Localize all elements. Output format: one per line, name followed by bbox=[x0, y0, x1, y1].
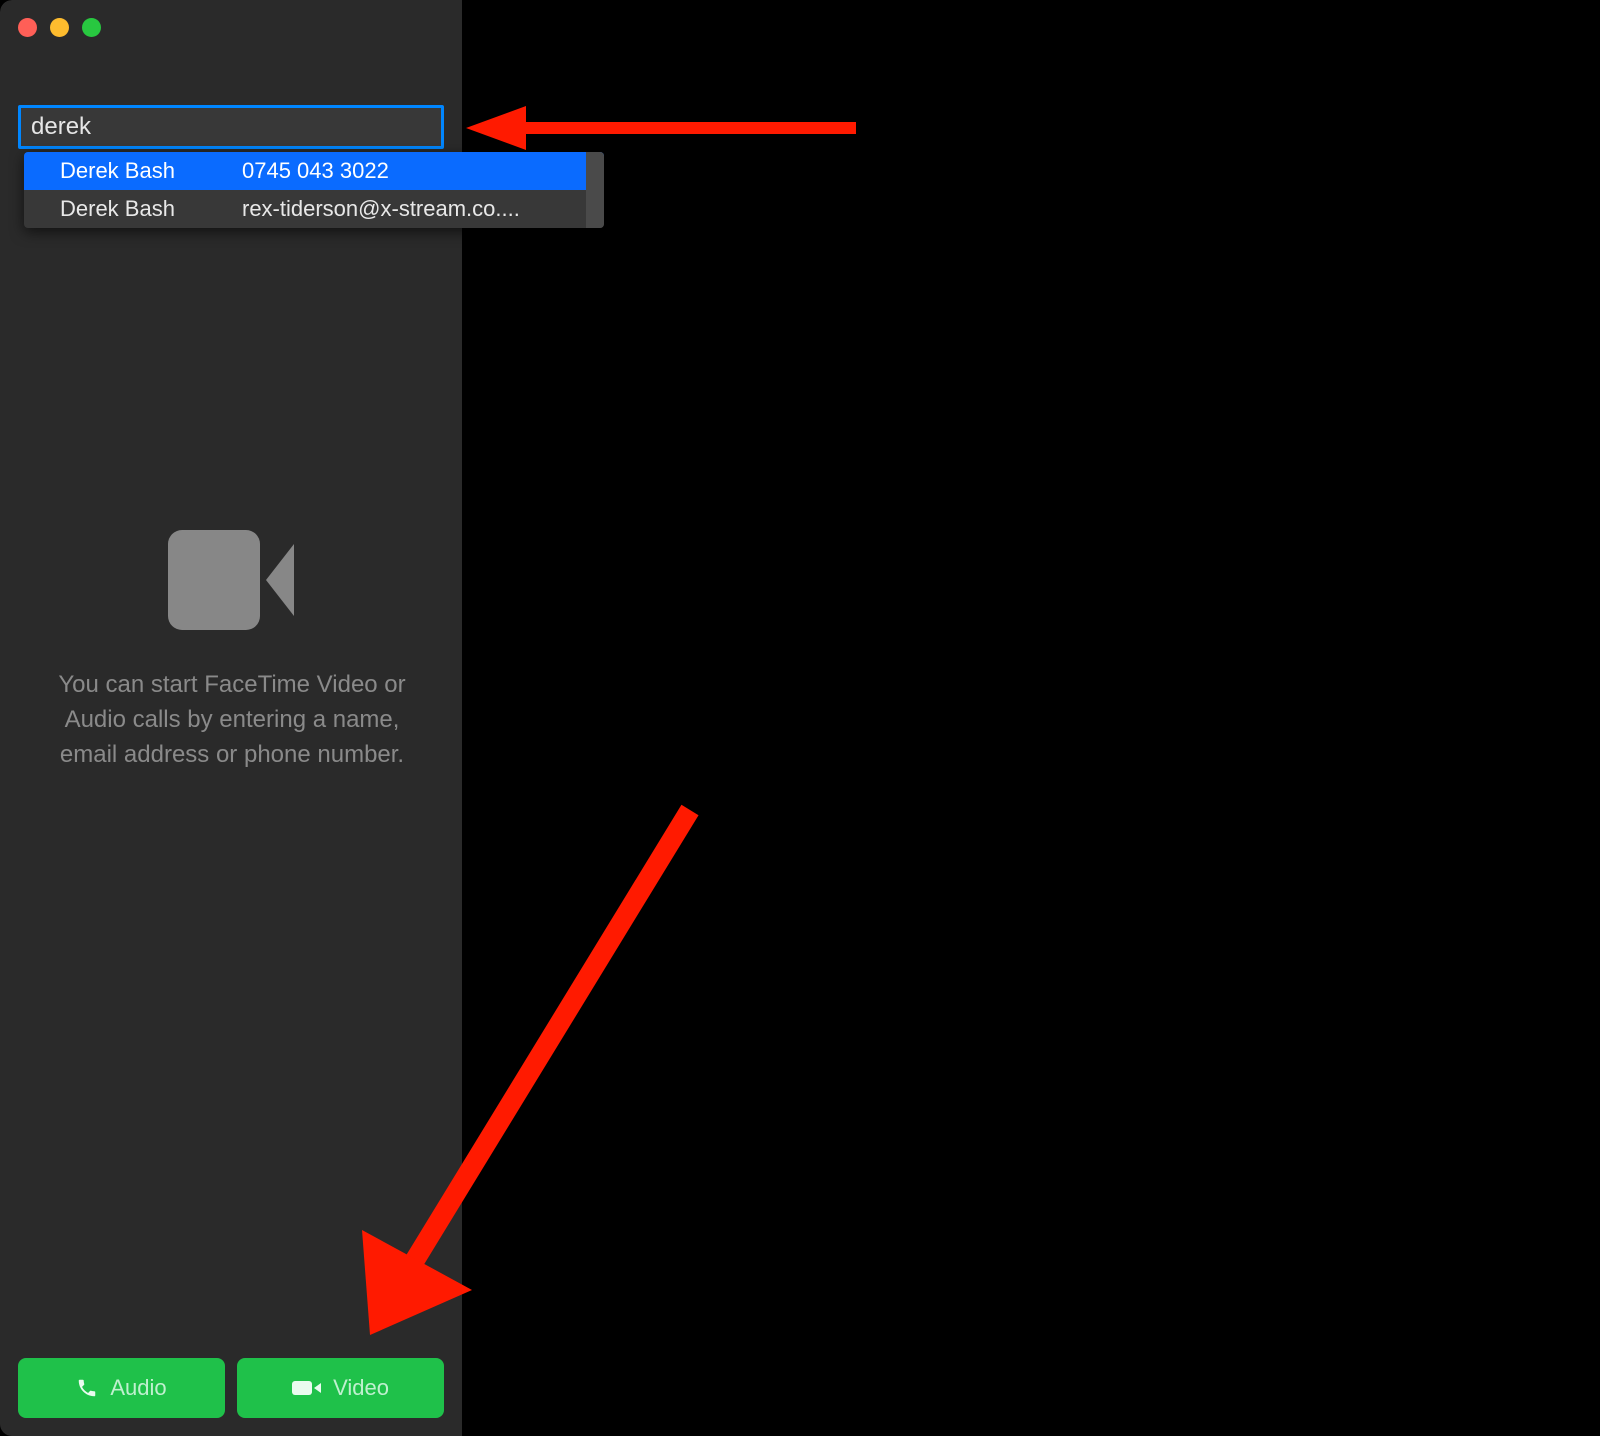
search-field-wrap bbox=[18, 105, 444, 149]
autocomplete-dropdown: Derek Bash0745 043 3022Derek Bashrex-tid… bbox=[24, 152, 604, 228]
contact-search-input[interactable] bbox=[18, 105, 444, 149]
autocomplete-item[interactable]: Derek Bash0745 043 3022 bbox=[24, 152, 604, 190]
audio-call-label: Audio bbox=[110, 1375, 166, 1401]
minimize-window-button[interactable] bbox=[50, 18, 69, 37]
autocomplete-item[interactable]: Derek Bashrex-tiderson@x-stream.co.... bbox=[24, 190, 604, 228]
facetime-icon bbox=[168, 530, 296, 630]
video-call-label: Video bbox=[333, 1375, 389, 1401]
video-icon bbox=[292, 1381, 321, 1395]
empty-state-hint: You can start FaceTime Video or Audio ca… bbox=[42, 668, 422, 772]
autocomplete-item-name: Derek Bash bbox=[60, 158, 242, 184]
call-buttons-row: Audio Video bbox=[18, 1358, 444, 1418]
audio-call-button[interactable]: Audio bbox=[18, 1358, 225, 1418]
phone-icon bbox=[76, 1377, 98, 1399]
app-window: You can start FaceTime Video or Audio ca… bbox=[0, 0, 1600, 1436]
video-call-button[interactable]: Video bbox=[237, 1358, 444, 1418]
dropdown-scrollbar[interactable] bbox=[586, 152, 604, 228]
zoom-window-button[interactable] bbox=[82, 18, 101, 37]
close-window-button[interactable] bbox=[18, 18, 37, 37]
autocomplete-item-name: Derek Bash bbox=[60, 196, 242, 222]
window-controls bbox=[18, 18, 101, 37]
autocomplete-item-contact: 0745 043 3022 bbox=[242, 158, 590, 184]
autocomplete-item-contact: rex-tiderson@x-stream.co.... bbox=[242, 196, 590, 222]
